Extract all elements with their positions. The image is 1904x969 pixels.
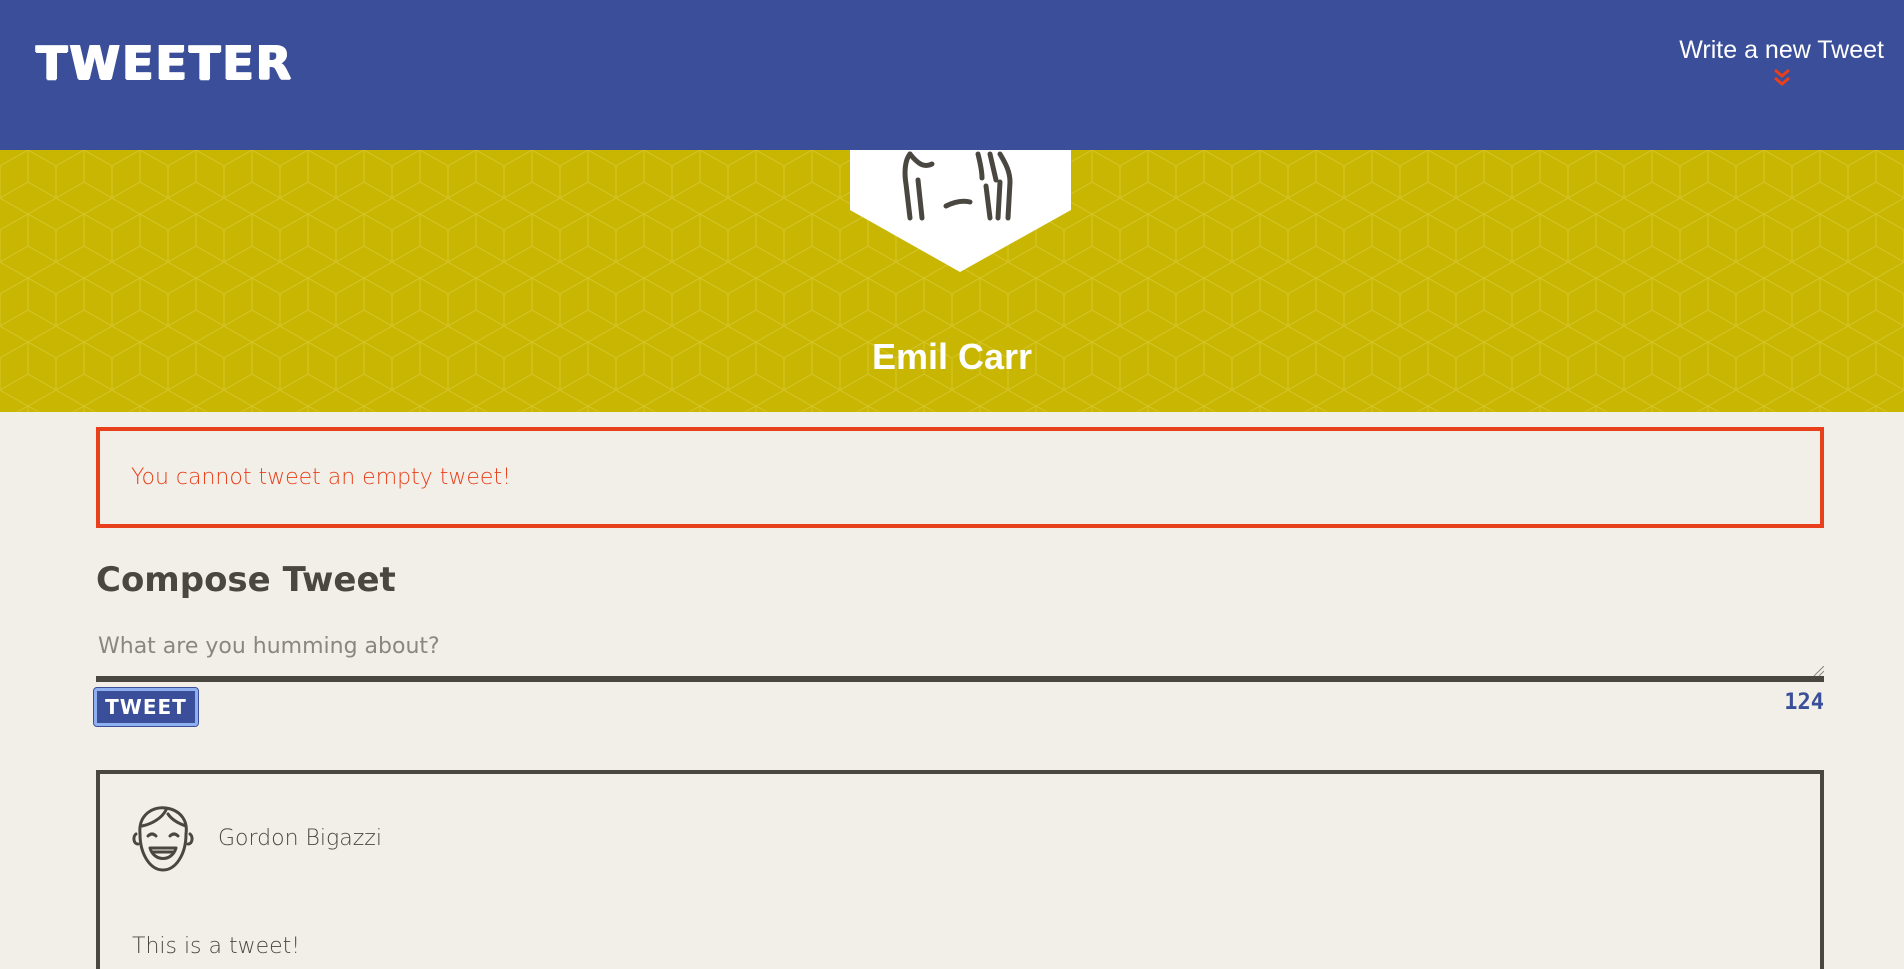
tweet-textarea[interactable]	[96, 630, 1824, 682]
error-message-box: You cannot tweet an empty tweet!	[96, 427, 1824, 528]
top-nav: TWEETER Write a new Tweet	[0, 0, 1904, 150]
error-message-text: You cannot tweet an empty tweet!	[131, 465, 511, 490]
profile-name: Emil Carr	[871, 336, 1033, 377]
write-new-tweet-link[interactable]: Write a new Tweet	[1679, 36, 1884, 89]
double-chevron-down-icon	[1773, 68, 1790, 86]
tweet-card: Gordon Bigazzi This is a tweet!	[96, 770, 1824, 969]
character-counter: 124	[1784, 690, 1824, 715]
tweet-text: This is a tweet!	[132, 934, 301, 959]
brand-logo[interactable]: TWEETER	[36, 36, 293, 90]
tweet-submit-button[interactable]: TWEET	[93, 687, 199, 727]
resize-grip-icon[interactable]	[1812, 666, 1824, 676]
compose-title: Compose Tweet	[96, 560, 396, 600]
smiling-face-avatar-icon	[132, 806, 194, 872]
user-avatar-icon	[850, 150, 1071, 272]
tweet-author-name: Gordon Bigazzi	[218, 826, 382, 851]
write-new-tweet-label: Write a new Tweet	[1679, 36, 1884, 64]
